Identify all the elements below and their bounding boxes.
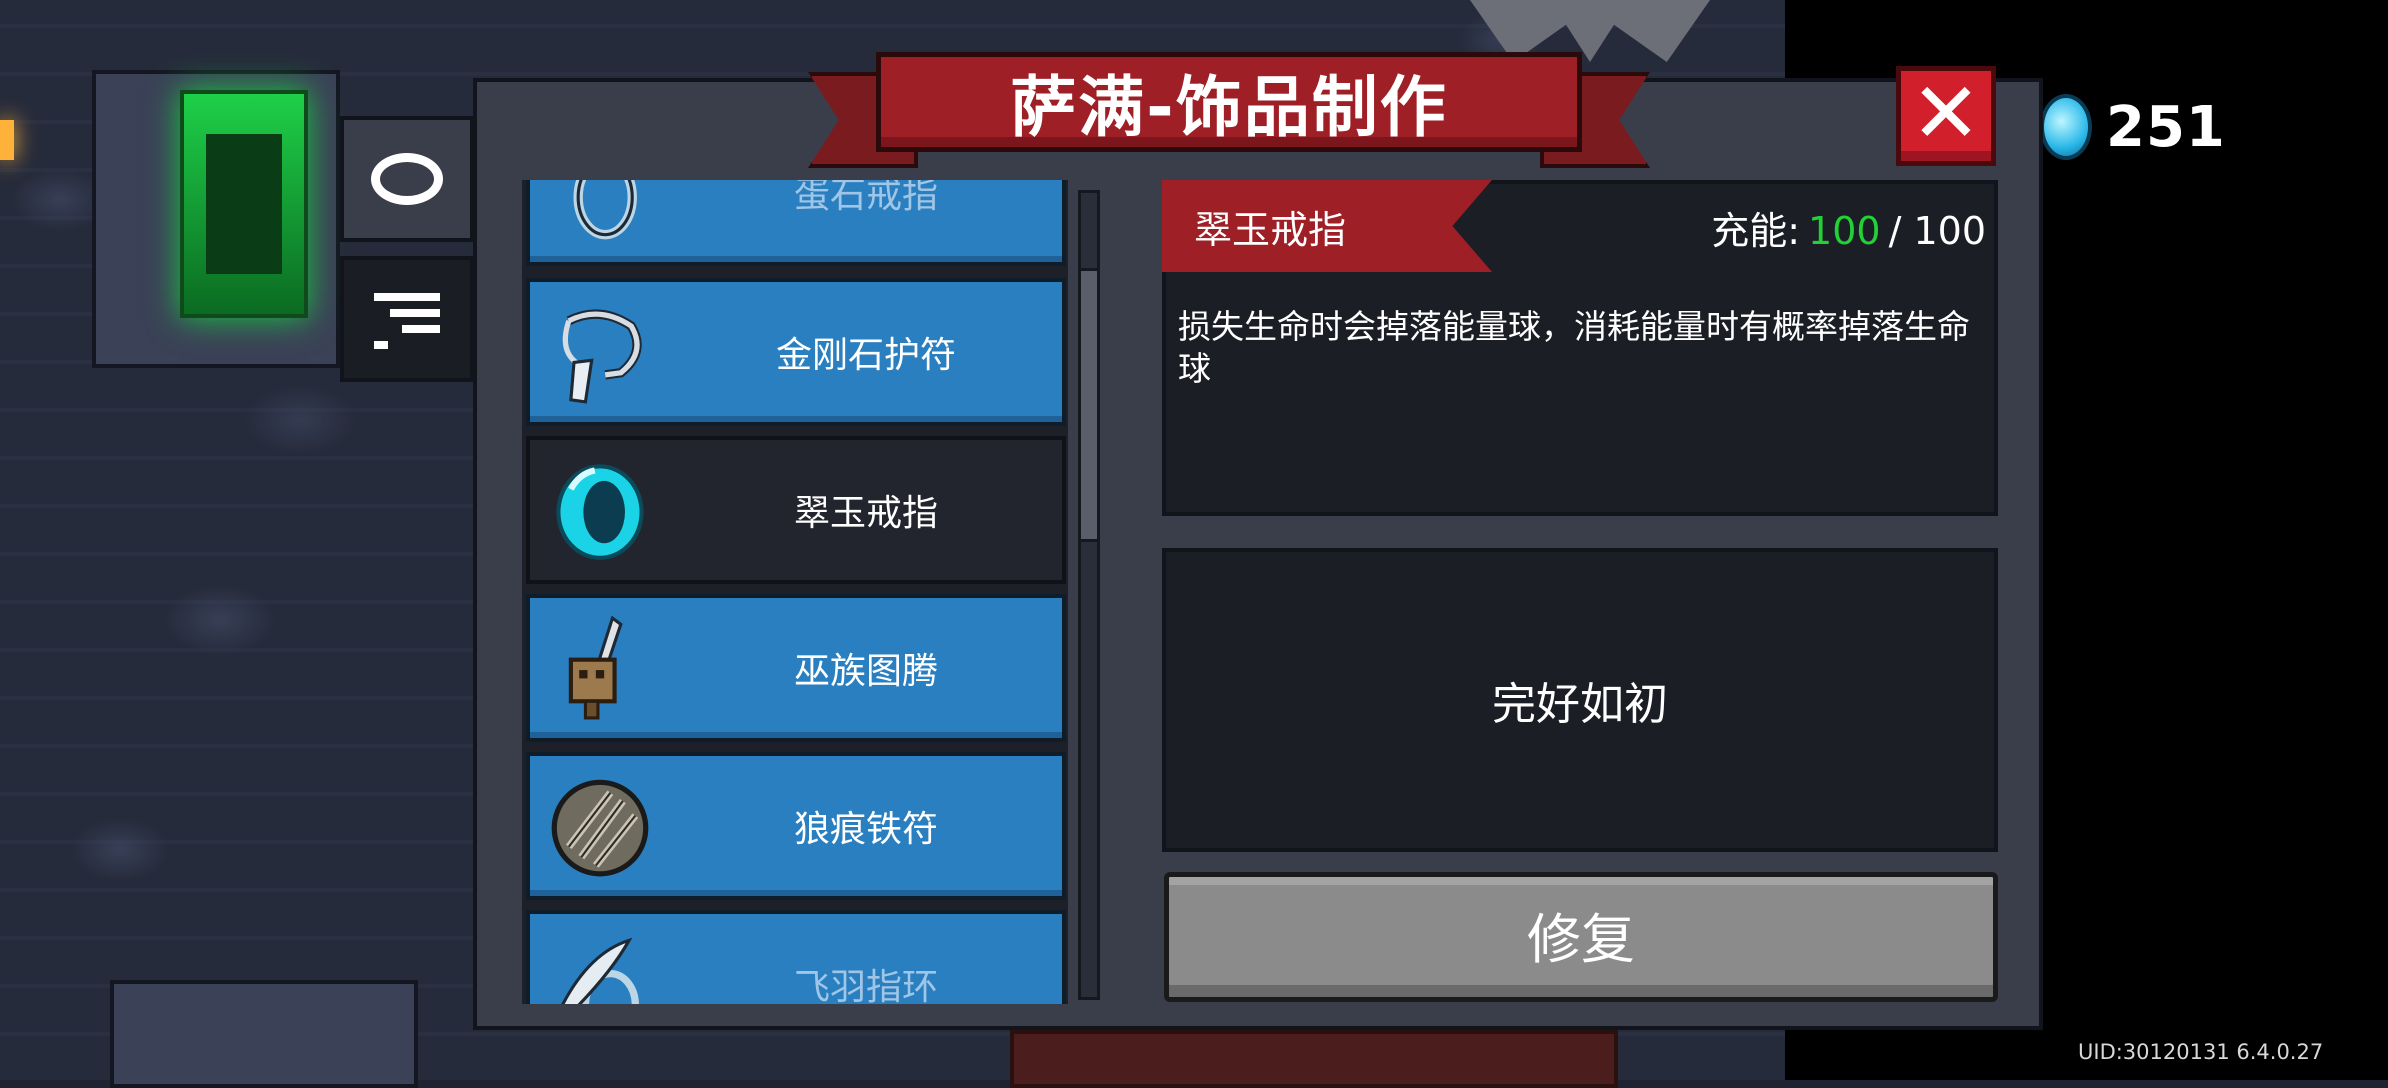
totem-icon	[568, 616, 623, 720]
repair-button-label: 修复	[1527, 907, 1635, 971]
condition-status: 完好如初	[1492, 679, 1668, 730]
list-item[interactable]: 巫族图腾	[526, 594, 1066, 742]
list-item-label: 飞羽指环	[793, 967, 938, 1004]
ring-icon	[371, 153, 443, 205]
torch-icon	[0, 120, 14, 160]
tab-filter[interactable]	[340, 256, 474, 382]
close-icon: ✕	[1910, 64, 1982, 162]
list-item[interactable]: 金刚石护符	[526, 278, 1066, 426]
scrollbar-thumb[interactable]	[1078, 268, 1100, 542]
page-title: 萨满-饰品制作	[1010, 69, 1448, 146]
list-item[interactable]: 飞羽指环	[526, 910, 1066, 1004]
feather-ring-icon	[561, 937, 639, 1004]
list-item-label: 狼痕铁符	[793, 809, 938, 850]
stone-ring-icon	[573, 180, 637, 240]
energy-max: / 100	[1888, 209, 1986, 253]
iron-charm-icon	[551, 779, 649, 877]
currency-display: 251	[2040, 92, 2226, 162]
item-name-tag: 翠玉戒指	[1162, 180, 1492, 272]
list-item[interactable]: 狼痕铁符	[526, 752, 1066, 900]
blue-gem-icon	[2040, 94, 2092, 160]
list-item-label: 翠玉戒指	[793, 493, 938, 534]
item-name: 翠玉戒指	[1194, 207, 1347, 252]
energy-current: 100	[1808, 209, 1881, 253]
stone-floor	[110, 980, 418, 1088]
repair-button[interactable]: 修复	[1164, 872, 1998, 1002]
title-banner: 萨满-饰品制作	[876, 52, 1582, 152]
jade-ring-icon	[556, 464, 644, 560]
filter-icon	[374, 291, 440, 349]
diamond-amulet-icon	[562, 309, 642, 404]
uid-version: UID:30120131 6.4.0.27	[2078, 1040, 2324, 1064]
green-portal	[180, 90, 308, 318]
list-item-selected[interactable]: 翠玉戒指	[526, 436, 1066, 584]
wooden-sign	[1010, 1030, 1618, 1088]
list-item-label: 巫族图腾	[793, 651, 938, 692]
energy-label: 充能:	[1711, 209, 1801, 253]
list-item[interactable]: 蛋石戒指	[526, 180, 1066, 266]
list-item-label: 蛋石戒指	[793, 180, 938, 216]
condition-box: 完好如初	[1162, 548, 1998, 852]
currency-value: 251	[2106, 94, 2226, 160]
close-button[interactable]: ✕	[1896, 66, 1996, 166]
energy-readout: 充能: 100 / 100	[1711, 200, 1986, 255]
list-item-label: 金刚石护符	[775, 335, 956, 376]
item-list[interactable]: 蛋石戒指 金刚石护符 翠玉戒指 巫族图腾 狼痕铁符 飞羽指环	[522, 180, 1068, 1004]
tab-accessory[interactable]	[340, 116, 474, 242]
item-description: 损失生命时会掉落能量球，消耗能量时有概率掉落生命球	[1178, 307, 1970, 388]
